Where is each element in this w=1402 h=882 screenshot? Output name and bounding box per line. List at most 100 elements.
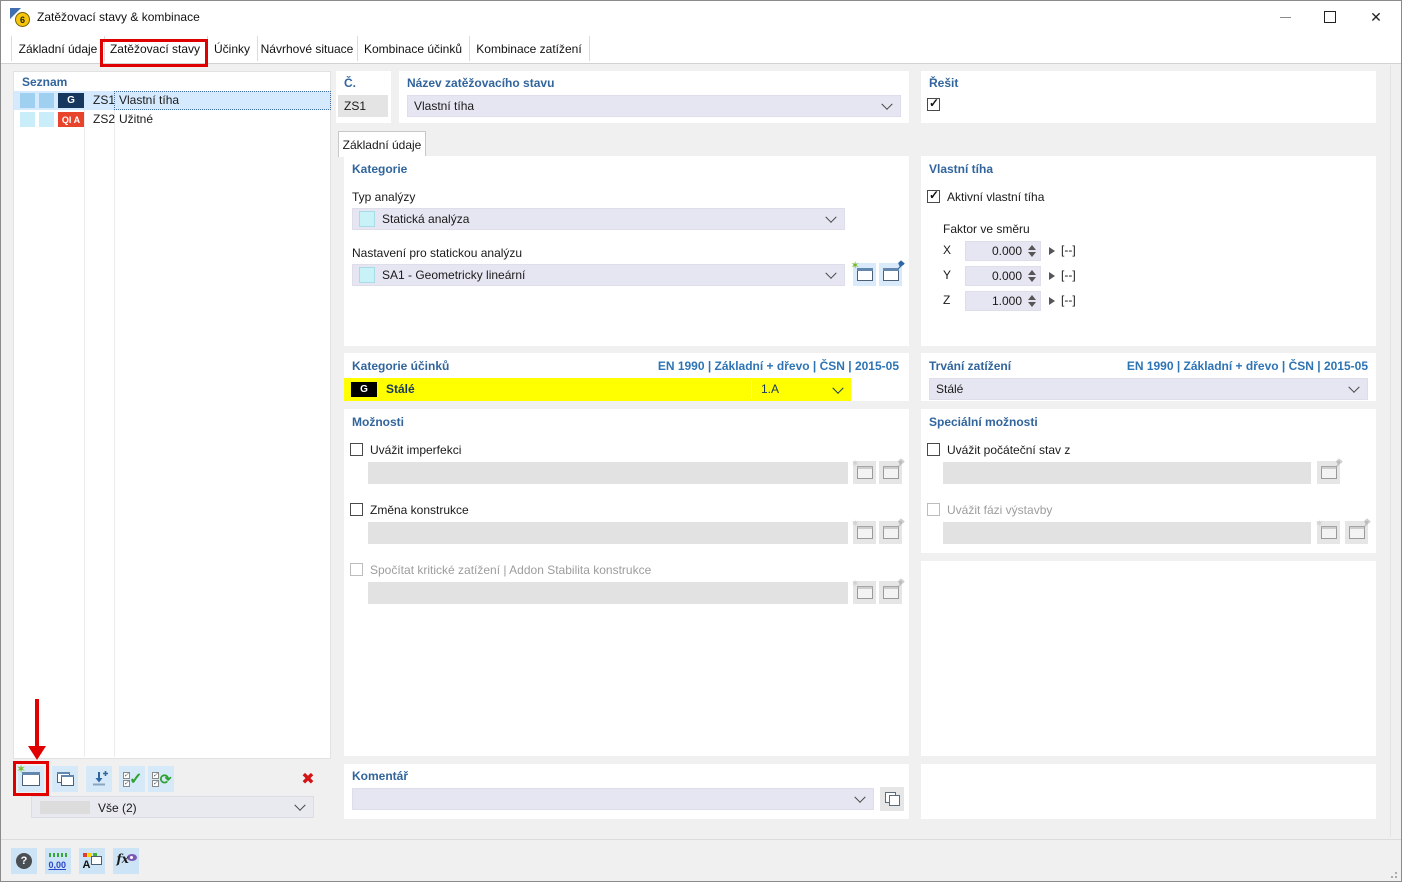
critical-load-label: Spočítat kritické zatížení | Addon Stabi…	[370, 563, 652, 577]
empty-panel	[921, 764, 1376, 819]
analysis-settings-label: Nastavení pro statickou analýzu	[352, 246, 523, 260]
delete-icon	[301, 769, 314, 789]
invert-selection-icon	[151, 771, 171, 788]
action-category-slot: 1.A	[761, 382, 780, 396]
spinner-icon[interactable]	[1028, 244, 1036, 258]
resize-grip[interactable]	[1389, 870, 1397, 878]
new-icon	[856, 466, 873, 479]
analysis-type-select[interactable]: Statická analýza	[352, 208, 845, 230]
category-badge: G	[58, 93, 84, 108]
solve-checkbox[interactable]	[927, 96, 940, 111]
action-category-select[interactable]: G Stálé 1.A	[344, 378, 851, 401]
spinner-icon[interactable]	[1028, 269, 1036, 283]
construction-stage-checkbox	[927, 503, 940, 516]
tab-zakladni-udaje[interactable]: Základní údaje	[11, 36, 105, 61]
comment-section: Komentář	[344, 764, 909, 819]
window-title: Zatěžovací stavy & kombinace	[37, 10, 200, 24]
imperfection-field	[368, 462, 848, 484]
close-button[interactable]	[1353, 1, 1399, 33]
factor-x-input[interactable]: 0.000	[965, 241, 1041, 261]
color-swatch	[20, 93, 35, 108]
inner-tab-zakladni-udaje[interactable]: Základní údaje	[338, 131, 426, 157]
action-category-value: Stálé	[386, 382, 415, 396]
load-duration-select[interactable]: Stálé	[929, 378, 1368, 400]
category-badge: G	[351, 382, 377, 397]
delete-load-case-button[interactable]	[295, 766, 321, 792]
self-weight-active-label: Aktivní vlastní tíha	[947, 190, 1045, 204]
import-load-case-button[interactable]	[86, 766, 112, 792]
new-load-case-button[interactable]	[16, 762, 44, 792]
options-section: Možnosti Uvážit imperfekci Změna konstru…	[344, 409, 909, 756]
edit-icon	[1348, 526, 1365, 539]
check-all-button[interactable]	[119, 766, 145, 792]
number-value: ZS1	[338, 95, 388, 117]
self-weight-active-checkbox[interactable]	[927, 188, 940, 203]
edit-construction-stage-button	[1345, 521, 1368, 544]
chevron-down-icon	[294, 799, 306, 811]
minimize-button[interactable]	[1262, 1, 1308, 33]
filter-select[interactable]: Vše (2)	[31, 796, 314, 818]
edit-analysis-settings-button[interactable]	[879, 263, 902, 286]
dialog-tabbar: Základní údaje Zatěžovací stavy Účinky N…	[1, 33, 1401, 64]
new-icon	[16, 762, 40, 786]
load-duration-section: Trvání zatížení EN 1990 | Základní + dře…	[921, 353, 1376, 401]
load-case-name-select[interactable]: Vlastní tíha	[407, 95, 901, 117]
action-category-section: Kategorie účinků EN 1990 | Základní + dř…	[344, 353, 909, 401]
self-weight-section: Vlastní tíha Aktivní vlastní tíha Faktor…	[921, 156, 1376, 346]
analysis-settings-select[interactable]: SA1 - Geometricky lineární	[352, 264, 845, 286]
special-options-section: Speciální možnosti Uvážit počáteční stav…	[921, 409, 1376, 553]
tab-kombinace-zatizeni[interactable]: Kombinace zatížení	[469, 36, 590, 61]
section-title: Kategorie účinků	[352, 359, 450, 373]
panel-edge	[1390, 65, 1391, 837]
factor-z-input[interactable]: 1.000	[965, 291, 1041, 311]
edit-structure-modification-button	[879, 521, 902, 544]
structure-modification-label: Změna konstrukce	[370, 503, 469, 517]
copy-load-case-button[interactable]	[52, 766, 78, 792]
standard-note: EN 1990 | Základní + dřevo | ČSN | 2015-…	[1126, 359, 1368, 373]
factor-y-unit: [--]	[1061, 268, 1076, 282]
tab-kombinace-ucinku[interactable]: Kombinace účinků	[357, 36, 470, 61]
edit-icon	[882, 268, 899, 281]
new-analysis-settings-button[interactable]	[851, 259, 876, 286]
initial-state-checkbox[interactable]	[927, 443, 940, 456]
structure-modification-checkbox[interactable]	[350, 503, 363, 516]
invert-selection-button[interactable]	[148, 766, 174, 792]
factor-y-input[interactable]: 0.000	[965, 266, 1041, 286]
tab-zatezovaci-stavy[interactable]: Zatěžovací stavy	[103, 36, 208, 61]
load-case-name: Vlastní tíha	[119, 93, 180, 107]
factor-x-value: 0.000	[991, 244, 1022, 258]
list-item-zs2[interactable]: QI A ZS2 Užitné	[14, 110, 330, 129]
initial-state-field	[943, 462, 1311, 484]
help-button[interactable]	[11, 848, 37, 874]
new-construction-stage-button	[1317, 521, 1340, 544]
detail-arrow-icon[interactable]	[1049, 247, 1055, 255]
section-title: Vlastní tíha	[929, 162, 994, 176]
copy-comment-button[interactable]	[880, 787, 904, 811]
analysis-settings-value: SA1 - Geometricky lineární	[382, 268, 526, 282]
detail-arrow-icon[interactable]	[1049, 272, 1055, 280]
units-icon	[48, 853, 68, 869]
list-item-zs1[interactable]: G ZS1 Vlastní tíha	[14, 91, 330, 110]
imperfection-checkbox[interactable]	[350, 443, 363, 456]
spinner-icon[interactable]	[1028, 294, 1036, 308]
formula-button[interactable]	[113, 848, 139, 874]
section-title: Komentář	[352, 769, 409, 783]
chevron-down-icon	[832, 382, 844, 394]
list-column-separator	[114, 91, 115, 757]
factor-x-unit: [--]	[1061, 243, 1076, 257]
critical-load-field	[368, 582, 848, 604]
maximize-button[interactable]	[1307, 1, 1353, 33]
standard-note: EN 1990 | Základní + dřevo | ČSN | 2015-…	[657, 359, 899, 373]
chevron-down-icon	[825, 211, 837, 223]
factor-z-value: 1.000	[991, 294, 1022, 308]
display-settings-button[interactable]	[79, 848, 105, 874]
new-icon	[1320, 526, 1337, 539]
chevron-down-icon	[1348, 381, 1360, 393]
copy-icon	[56, 772, 74, 786]
tab-navrhove-situace[interactable]: Návrhové situace	[257, 36, 358, 61]
detail-arrow-icon[interactable]	[1049, 297, 1055, 305]
comment-select[interactable]	[352, 788, 874, 810]
tab-ucinky[interactable]: Účinky	[207, 36, 258, 61]
units-button[interactable]	[45, 848, 71, 874]
chevron-down-icon	[881, 98, 893, 110]
